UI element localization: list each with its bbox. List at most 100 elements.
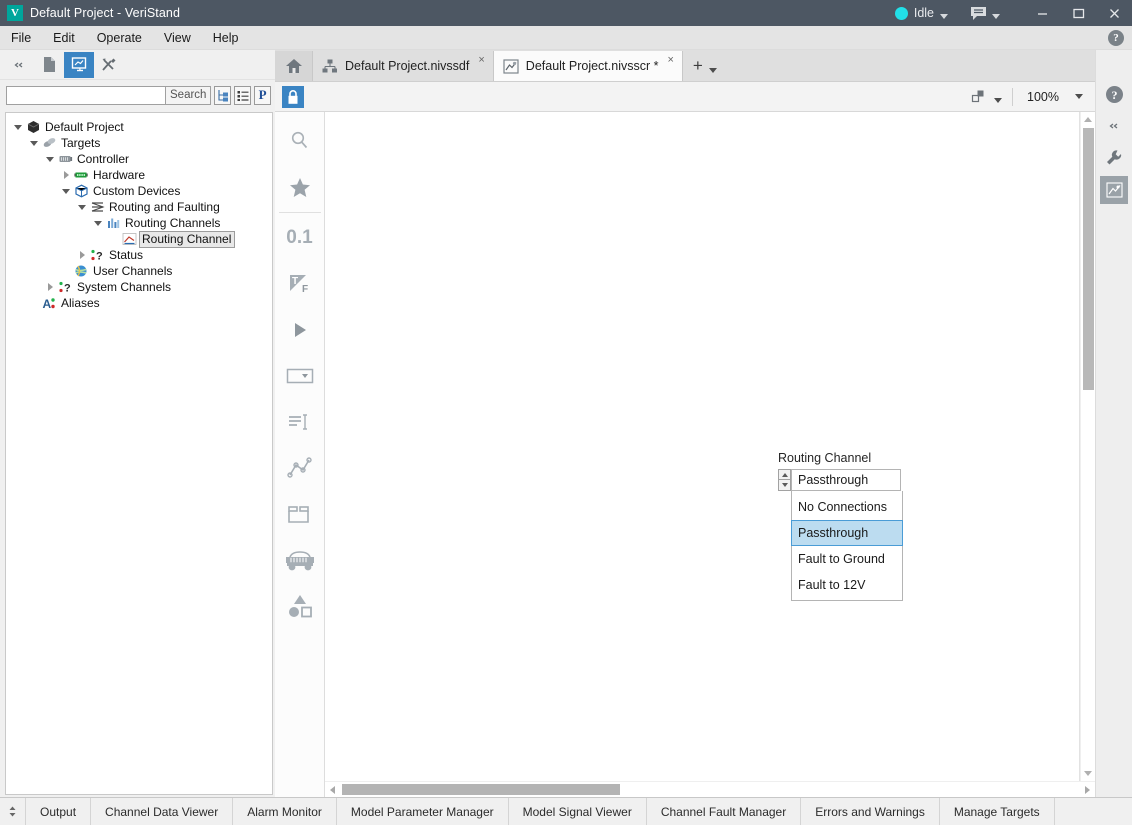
screen-canvas[interactable]: Routing Channel Passthrough No Connectio… bbox=[325, 112, 1080, 781]
lock-button[interactable] bbox=[282, 85, 304, 108]
canvas-horizontal-scrollbar[interactable] bbox=[325, 781, 1095, 797]
tab-system-definition[interactable]: Default Project.nivssdf × bbox=[313, 51, 494, 81]
tab-screen-document[interactable]: Default Project.nivsscr * × bbox=[493, 51, 683, 81]
horizontal-scroll-thumb[interactable] bbox=[342, 784, 620, 795]
status-chevron-down-icon[interactable] bbox=[940, 14, 948, 19]
search-input[interactable] bbox=[6, 85, 166, 105]
home-tab[interactable] bbox=[275, 51, 313, 81]
routing-channel-control[interactable]: Routing Channel Passthrough No Connectio… bbox=[778, 451, 903, 601]
favorites-palette-icon[interactable] bbox=[277, 164, 323, 210]
combo-value-field[interactable]: Passthrough bbox=[791, 469, 901, 491]
twisty-collapsed-icon[interactable] bbox=[60, 169, 72, 181]
twisty-expanded-icon[interactable] bbox=[28, 137, 40, 149]
scroll-up-button[interactable] bbox=[1081, 112, 1096, 127]
project-tree[interactable]: Default Project Targets Controller Hardware… bbox=[5, 112, 273, 795]
layers-chevron-down-icon[interactable] bbox=[994, 97, 1003, 103]
spinner-increment-button[interactable] bbox=[778, 469, 791, 480]
tree-node-default-project[interactable]: Default Project bbox=[6, 119, 272, 135]
tab-close-icon[interactable]: × bbox=[667, 55, 673, 66]
container-palette-icon[interactable] bbox=[277, 491, 323, 537]
spinner-control[interactable] bbox=[778, 469, 791, 491]
boolean-palette-icon[interactable]: T F bbox=[277, 261, 323, 307]
collapse-panel-button[interactable] bbox=[4, 52, 34, 78]
dropdown-palette-icon[interactable] bbox=[277, 353, 323, 399]
status-tab-model-parameter-manager[interactable]: Model Parameter Manager bbox=[337, 798, 509, 825]
scroll-left-button[interactable] bbox=[325, 782, 340, 797]
tree-node-routing-and-faulting[interactable]: Routing and Faulting bbox=[6, 199, 272, 215]
twisty-expanded-icon[interactable] bbox=[44, 153, 56, 165]
shapes-palette-icon[interactable] bbox=[277, 583, 323, 629]
dropdown-list[interactable]: No Connections Passthrough Fault to Ground… bbox=[791, 491, 903, 601]
search-button[interactable]: Search bbox=[166, 85, 212, 105]
status-expander-button[interactable] bbox=[0, 798, 26, 825]
new-document-button[interactable] bbox=[34, 52, 64, 78]
search-palette-icon[interactable] bbox=[277, 118, 323, 164]
twisty-expanded-icon[interactable] bbox=[12, 121, 24, 133]
properties-icon[interactable]: P bbox=[254, 85, 272, 105]
menu-file[interactable]: File bbox=[0, 29, 42, 47]
add-tab-chevron-down-icon[interactable] bbox=[708, 68, 717, 73]
graph-palette-icon[interactable] bbox=[277, 445, 323, 491]
dropdown-option[interactable]: No Connections bbox=[792, 494, 902, 520]
tab-close-icon[interactable]: × bbox=[478, 55, 484, 66]
screen-edge-button[interactable] bbox=[1100, 176, 1128, 204]
tree-node-user-channels[interactable]: User Channels bbox=[6, 263, 272, 279]
menu-help[interactable]: Help bbox=[202, 29, 250, 47]
twisty-expanded-icon[interactable] bbox=[92, 217, 104, 229]
tree-view-icon[interactable] bbox=[214, 85, 232, 105]
zoom-control[interactable]: 100% bbox=[1013, 90, 1095, 104]
canvas-vertical-scrollbar[interactable] bbox=[1080, 112, 1095, 781]
twisty-collapsed-icon[interactable] bbox=[44, 281, 56, 293]
messages-chevron-down-icon[interactable] bbox=[992, 14, 1000, 19]
numeric-palette-icon[interactable]: 0.1 bbox=[277, 215, 323, 261]
menu-view[interactable]: View bbox=[153, 29, 202, 47]
dropdown-option[interactable]: Passthrough bbox=[791, 520, 903, 546]
twisty-expanded-icon[interactable] bbox=[76, 201, 88, 213]
tree-node-hardware[interactable]: Hardware bbox=[6, 167, 272, 183]
vertical-scroll-thumb[interactable] bbox=[1082, 128, 1094, 390]
screen-button[interactable] bbox=[64, 51, 94, 78]
menu-operate[interactable]: Operate bbox=[86, 29, 153, 47]
add-tab-button[interactable]: + bbox=[683, 51, 729, 81]
routing-channel-icon bbox=[122, 233, 136, 245]
twisty-expanded-icon[interactable] bbox=[60, 185, 72, 197]
status-tab-output[interactable]: Output bbox=[26, 798, 92, 825]
dropdown-option[interactable]: Fault to 12V bbox=[792, 572, 902, 598]
help-edge-button[interactable]: ? bbox=[1100, 80, 1128, 108]
wrench-edge-button[interactable] bbox=[1100, 144, 1128, 172]
status-tab-channel-data-viewer[interactable]: Channel Data Viewer bbox=[91, 798, 234, 825]
tree-node-routing-channels[interactable]: Routing Channels bbox=[6, 215, 272, 231]
spinner-decrement-button[interactable] bbox=[778, 480, 791, 491]
tree-node-targets[interactable]: Targets bbox=[6, 135, 272, 151]
text-palette-icon[interactable] bbox=[277, 399, 323, 445]
maximize-button[interactable] bbox=[1060, 0, 1096, 26]
scroll-right-button[interactable] bbox=[1080, 782, 1095, 797]
layers-button[interactable] bbox=[961, 89, 1012, 105]
tree-node-system-channels[interactable]: ? System Channels bbox=[6, 279, 272, 295]
collapse-edge-button[interactable] bbox=[1100, 112, 1128, 140]
tree-node-custom-devices[interactable]: Custom Devices bbox=[6, 183, 272, 199]
dropdown-option[interactable]: Fault to Ground bbox=[792, 546, 902, 572]
tree-node-aliases[interactable]: A Aliases bbox=[6, 295, 272, 311]
list-view-icon[interactable] bbox=[234, 85, 252, 105]
status-tab-channel-fault-manager[interactable]: Channel Fault Manager bbox=[647, 798, 802, 825]
scroll-down-button[interactable] bbox=[1081, 766, 1096, 781]
status-tab-alarm-monitor[interactable]: Alarm Monitor bbox=[233, 798, 337, 825]
twisty-collapsed-icon[interactable] bbox=[76, 249, 88, 261]
button-palette-icon[interactable] bbox=[277, 307, 323, 353]
run-status-indicator[interactable]: Idle bbox=[894, 6, 948, 20]
zoom-chevron-down-icon[interactable] bbox=[1075, 94, 1083, 99]
tools-button[interactable] bbox=[94, 52, 124, 78]
menu-edit[interactable]: Edit bbox=[42, 29, 86, 47]
vehicle-palette-icon[interactable] bbox=[277, 537, 323, 583]
help-icon[interactable]: ? bbox=[1108, 30, 1124, 46]
status-tab-errors-and-warnings[interactable]: Errors and Warnings bbox=[801, 798, 940, 825]
messages-menu[interactable] bbox=[970, 6, 1000, 21]
tree-node-status[interactable]: ? Status bbox=[6, 247, 272, 263]
status-tab-manage-targets[interactable]: Manage Targets bbox=[940, 798, 1055, 825]
tree-node-routing-channel[interactable]: Routing Channel bbox=[6, 230, 272, 248]
close-button[interactable] bbox=[1096, 0, 1132, 26]
tree-node-controller[interactable]: Controller bbox=[6, 151, 272, 167]
status-tab-model-signal-viewer[interactable]: Model Signal Viewer bbox=[509, 798, 647, 825]
minimize-button[interactable] bbox=[1024, 0, 1060, 26]
